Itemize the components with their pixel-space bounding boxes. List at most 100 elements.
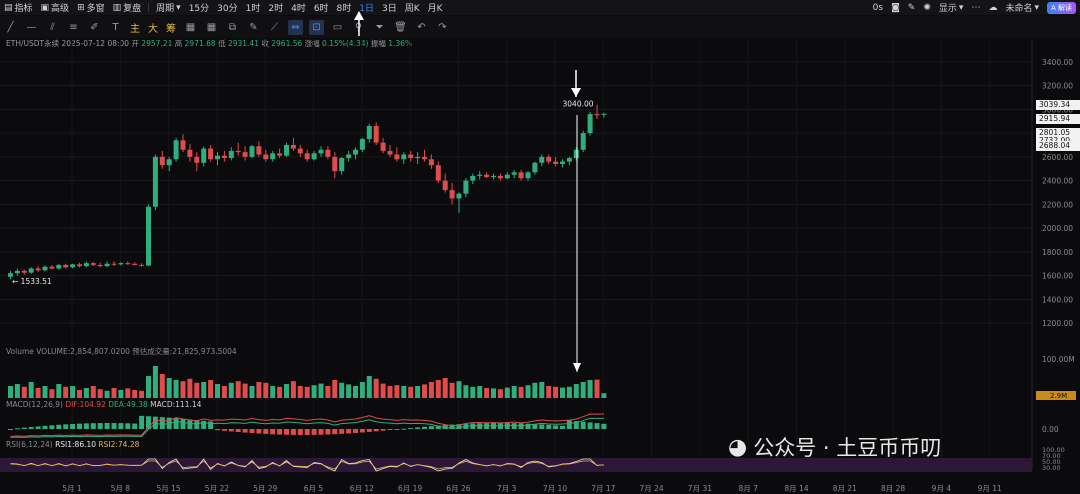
volume-bar — [318, 383, 324, 398]
candle-body — [14, 270, 20, 274]
candle-body — [42, 266, 48, 271]
candle-body — [560, 161, 565, 164]
candle-body — [580, 133, 586, 150]
candle-body — [525, 172, 531, 179]
volume-bar — [573, 384, 579, 398]
candle-body — [394, 154, 400, 160]
price-axis-label: 2200.00 — [1042, 200, 1073, 209]
candle-body — [442, 180, 448, 191]
candle-body — [325, 149, 331, 157]
macd-bar — [284, 429, 289, 435]
candle-body — [221, 155, 227, 159]
volume-bar — [387, 386, 393, 398]
macd-bar — [21, 427, 27, 429]
price-axis-label: 3400.00 — [1042, 58, 1073, 67]
volume-bar — [560, 387, 565, 398]
volume-pane-label: Volume VOLUME:2,854,807.0200 预估成交量:21,82… — [6, 347, 237, 356]
macd-bar — [401, 428, 407, 430]
candle-body — [63, 264, 69, 268]
candle-body — [304, 153, 310, 160]
price-tag: 2688.04 — [1036, 141, 1080, 152]
macd-bar — [408, 428, 414, 430]
volume-bar — [470, 386, 476, 398]
volume-bar — [201, 382, 207, 398]
candle-body — [201, 148, 207, 163]
volume-bar — [580, 382, 586, 398]
candle-body — [359, 139, 365, 150]
volume-bar — [83, 388, 89, 398]
date-label: 6月 26 — [446, 484, 470, 493]
candle-body — [518, 172, 524, 179]
candle-body — [401, 154, 407, 160]
rsi-axis-label: 30.00 — [1042, 464, 1061, 472]
volume-bar — [42, 386, 48, 398]
candle-body — [484, 174, 490, 178]
macd-bar — [580, 421, 586, 429]
volume-bar — [284, 384, 289, 398]
macd-bar — [70, 423, 76, 429]
volume-bar — [21, 386, 27, 398]
candle-body — [373, 126, 379, 143]
date-label: 7月 3 — [497, 484, 517, 493]
macd-bar — [97, 423, 103, 429]
macd-bar — [318, 429, 324, 435]
macd-bar — [228, 429, 234, 432]
volume-bar — [70, 386, 76, 398]
date-label: 8月 21 — [833, 484, 857, 493]
candle-body — [290, 145, 296, 149]
candle-body — [28, 268, 34, 273]
candle-body — [339, 158, 345, 172]
macd-bar — [125, 423, 131, 429]
candle-body — [249, 146, 255, 157]
volume-bar — [587, 380, 593, 398]
macd-bar — [180, 418, 186, 429]
candle-body — [380, 142, 386, 151]
candle-body — [511, 172, 517, 175]
candle-body — [173, 140, 179, 160]
candle-body — [21, 270, 27, 273]
candle-body — [277, 153, 283, 156]
candle-body — [166, 159, 172, 166]
volume-bar — [14, 384, 20, 398]
macd-bar — [428, 426, 434, 429]
volume-bar — [325, 386, 331, 398]
candle-body — [215, 155, 220, 160]
wechat-icon: ◕ — [728, 434, 748, 460]
macd-bar — [14, 428, 20, 430]
price-axis-label: 2400.00 — [1042, 177, 1073, 186]
price-chart[interactable]: 3400.003200.003000.002800.002600.002400.… — [0, 0, 1080, 494]
macd-bar — [111, 423, 117, 429]
volume-bar — [539, 382, 545, 398]
macd-bar — [601, 423, 607, 429]
macd-bar — [546, 424, 552, 429]
candle-body — [311, 153, 317, 160]
macd-bar — [270, 429, 276, 435]
macd-bar — [249, 429, 255, 434]
candle-body — [497, 175, 503, 179]
candle-body — [235, 150, 241, 153]
candle-body — [332, 156, 338, 172]
candle-body — [139, 264, 145, 266]
volume-bar — [504, 387, 510, 398]
volume-bar — [456, 381, 462, 398]
candle-body — [449, 190, 455, 199]
candle-body — [346, 154, 352, 159]
volume-bar — [497, 389, 503, 398]
volume-bar — [35, 388, 41, 398]
candle-body — [125, 263, 131, 265]
macd-bar — [359, 429, 365, 433]
volume-bar — [187, 378, 193, 398]
volume-bar — [63, 386, 69, 398]
candle-body — [263, 154, 269, 160]
volume-bar — [208, 380, 214, 398]
volume-bar — [56, 384, 62, 398]
candle-body — [256, 146, 262, 155]
candle-body — [318, 149, 324, 154]
macd-bar — [42, 425, 48, 429]
macd-bar — [28, 427, 34, 429]
candle-body — [180, 140, 186, 150]
candle-body — [456, 193, 462, 199]
volume-bar — [422, 384, 427, 398]
price-axis-label: 1400.00 — [1042, 295, 1073, 304]
volume-bar — [77, 390, 82, 398]
